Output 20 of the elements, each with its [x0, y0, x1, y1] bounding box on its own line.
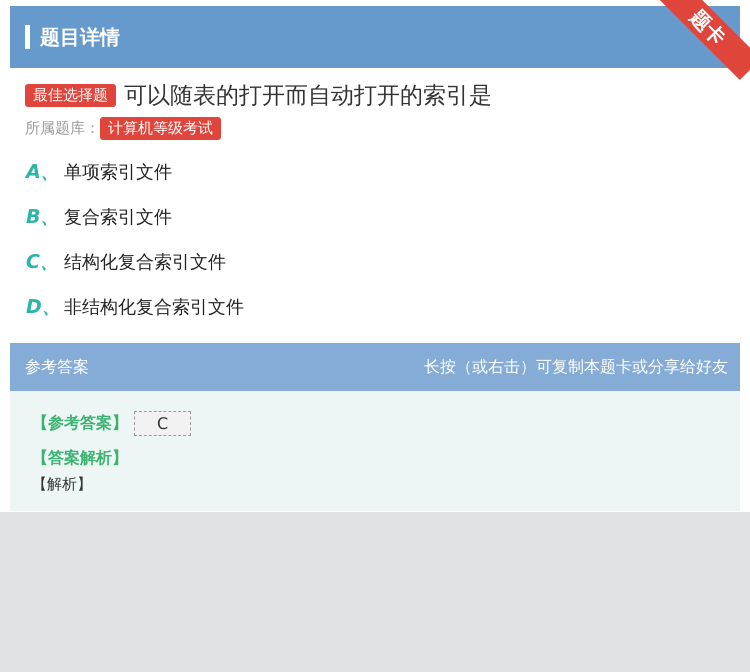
question-type-tag: 最佳选择题 [25, 84, 116, 107]
question-text: 可以随表的打开而自动打开的索引是 [124, 82, 492, 111]
option-letter: C、 [26, 250, 60, 274]
option-letter: D、 [26, 294, 62, 320]
option-text: 单项索引文件 [64, 160, 172, 184]
answer-label: 【参考答案】 [32, 413, 128, 434]
option-text: 结构化复合索引文件 [64, 250, 226, 274]
analysis-label: 【答案解析】 [32, 448, 129, 469]
option-letter: B、 [26, 204, 60, 230]
bank-label: 所属题库： [25, 119, 100, 138]
option-letter: A、 [26, 160, 61, 184]
header-title: 题目详情 [40, 24, 120, 50]
accent-mark [25, 25, 30, 49]
bank-tag: 计算机等级考试 [100, 117, 221, 140]
option-text: 复合索引文件 [64, 206, 172, 228]
share-hint: 长按（或右击）可复制本题卡或分享给好友 [424, 356, 728, 378]
answer-bar-title: 参考答案 [25, 356, 89, 378]
analysis-text: 【解析】 [32, 475, 93, 494]
answer-image: C [134, 411, 192, 436]
option-text: 非结构化复合索引文件 [64, 296, 244, 318]
